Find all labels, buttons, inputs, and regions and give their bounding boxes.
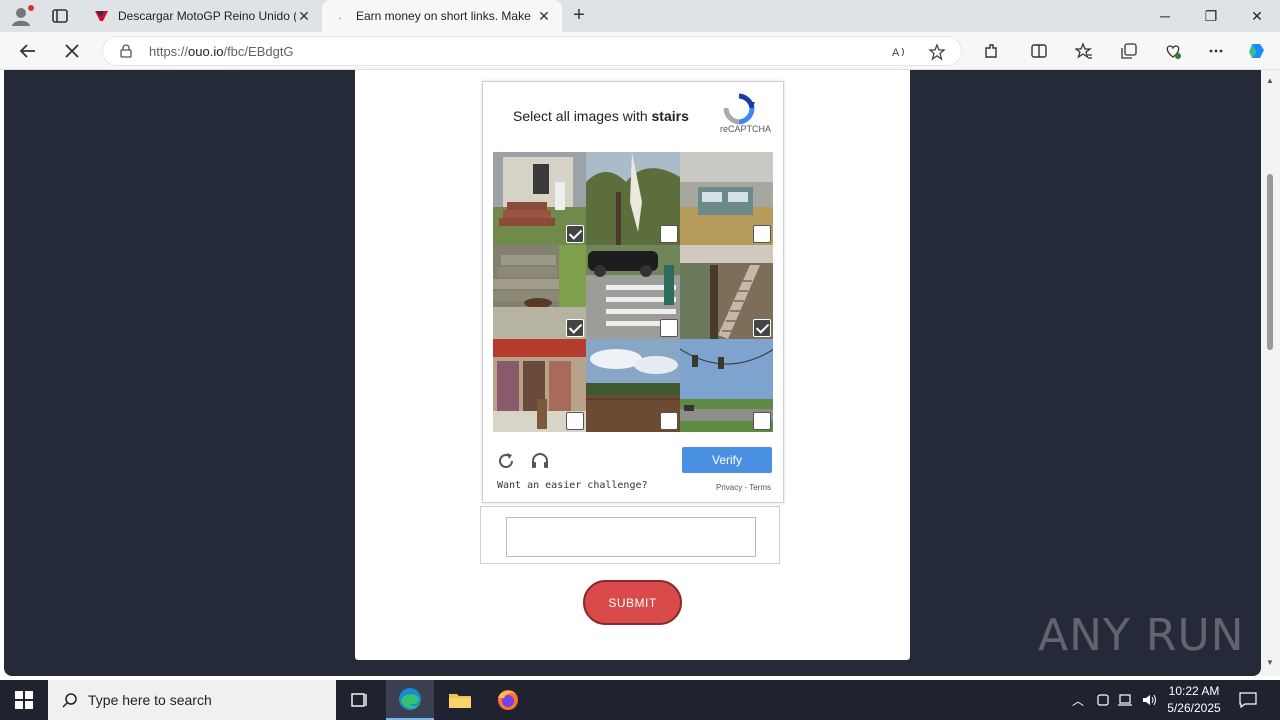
image-tile[interactable] — [493, 245, 587, 339]
navigation-bar: https://ouo.io/fbc/EBdgtG A — [0, 32, 1280, 70]
prompt-text: Select all images with — [513, 108, 648, 124]
tile-checkbox[interactable] — [752, 411, 771, 430]
image-tile[interactable] — [493, 338, 587, 432]
page-scrollbar[interactable]: ▲ ▼ — [1261, 70, 1280, 676]
anyrun-watermark: ANY RUN — [1038, 610, 1245, 661]
taskbar-clock[interactable]: 10:22 AM 5/26/2025 — [1166, 683, 1222, 717]
tile-checkbox[interactable] — [566, 411, 585, 430]
more-options-icon[interactable] — [1204, 40, 1228, 62]
notification-dot — [28, 5, 34, 11]
close-tab-icon[interactable]: ✕ — [296, 8, 312, 24]
image-tile[interactable] — [586, 245, 680, 339]
recaptcha-challenge: Select all images with stairs reCAPTCHA — [482, 81, 784, 503]
show-hidden-icons-icon[interactable]: ︿ — [1068, 680, 1088, 720]
scroll-up-icon[interactable]: ▲ — [1266, 76, 1274, 85]
tab-ouo[interactable]: . Earn money on short links. Make ✕ — [322, 0, 562, 32]
captcha-header: Select all images with stairs reCAPTCHA — [493, 92, 773, 152]
volume-icon[interactable] — [1140, 680, 1160, 720]
easier-challenge-link[interactable]: Want an easier challenge? — [497, 480, 648, 491]
tab-actions-icon[interactable] — [50, 6, 70, 26]
minimize-icon[interactable]: ─ — [1142, 0, 1188, 32]
collections-icon[interactable] — [1117, 40, 1141, 62]
tile-checkbox[interactable] — [659, 225, 678, 244]
privacy-terms-link[interactable]: Privacy - Terms — [716, 483, 771, 492]
copilot-icon[interactable] — [1245, 40, 1269, 62]
address-bar[interactable]: https://ouo.io/fbc/EBdgtG A — [102, 36, 962, 66]
favorites-icon[interactable] — [1072, 40, 1096, 62]
tile-checkbox[interactable] — [659, 411, 678, 430]
recaptcha-brand: reCAPTCHA — [719, 124, 771, 134]
image-tile[interactable] — [679, 152, 773, 246]
captcha-answer-input[interactable] — [506, 517, 756, 557]
tab-motogp[interactable]: Descargar MotoGP Reino Unido ( ✕ — [84, 0, 322, 32]
captcha-prompt: Select all images with stairs — [513, 108, 689, 124]
tile-checkbox[interactable] — [566, 225, 585, 244]
motogp-favicon-icon — [95, 11, 108, 21]
lock-icon[interactable] — [119, 44, 133, 58]
extensions-icon[interactable] — [979, 40, 1003, 62]
image-tile[interactable] — [493, 152, 587, 246]
audio-challenge-icon[interactable] — [527, 448, 553, 474]
clock-date: 5/26/2025 — [1167, 701, 1221, 715]
tile-checkbox[interactable] — [566, 318, 585, 337]
url-domain: ouo.io — [188, 44, 224, 59]
prompt-target: stairs — [651, 108, 689, 124]
image-tile[interactable] — [679, 338, 773, 432]
image-tile[interactable] — [679, 245, 773, 339]
device-icon[interactable] — [1094, 680, 1112, 720]
clock-time: 10:22 AM — [1168, 684, 1220, 698]
scroll-down-icon[interactable]: ▼ — [1266, 658, 1274, 667]
captcha-answer-container — [480, 506, 780, 564]
url-text[interactable]: https://ouo.io/fbc/EBdgtG — [149, 44, 294, 59]
close-window-icon[interactable]: ✕ — [1234, 0, 1280, 32]
tile-checkbox[interactable] — [659, 318, 678, 337]
search-icon — [62, 693, 77, 708]
split-screen-icon[interactable] — [1027, 40, 1051, 62]
network-icon[interactable] — [1116, 680, 1136, 720]
new-tab-icon[interactable]: + — [568, 5, 590, 27]
notifications-icon[interactable] — [1236, 680, 1260, 720]
firefox-icon[interactable] — [484, 680, 532, 720]
svg-text:A: A — [892, 47, 900, 59]
favorite-star-icon[interactable] — [927, 42, 947, 62]
tab-title: Descargar MotoGP Reino Unido ( — [118, 9, 296, 23]
search-placeholder: Type here to search — [88, 692, 212, 708]
image-tile[interactable] — [586, 338, 680, 432]
taskbar: Type here to search ︿ 10:22 AM 5/26/2025 — [0, 680, 1280, 720]
scroll-thumb[interactable] — [1267, 174, 1273, 350]
read-aloud-icon[interactable]: A — [889, 42, 909, 62]
captcha-footer: Verify Want an easier challenge? Privacy… — [483, 440, 783, 502]
tile-checkbox[interactable] — [752, 225, 771, 244]
title-bar: Descargar MotoGP Reino Unido ( ✕ . Earn … — [0, 0, 1280, 32]
edge-taskbar-icon[interactable] — [386, 680, 434, 720]
image-grid — [493, 152, 773, 432]
tile-checkbox[interactable] — [752, 318, 771, 337]
submit-button[interactable]: SUBMIT — [583, 580, 682, 625]
image-tile[interactable] — [586, 152, 680, 246]
task-view-icon[interactable] — [336, 680, 384, 720]
verify-button[interactable]: Verify — [682, 447, 772, 473]
windows-start-icon[interactable] — [0, 680, 48, 720]
back-icon[interactable] — [14, 38, 42, 64]
tab-title: Earn money on short links. Make — [356, 9, 531, 23]
browser-essentials-icon[interactable] — [1161, 40, 1185, 62]
url-path: /fbc/EBdgtG — [223, 44, 294, 59]
file-explorer-icon[interactable] — [436, 680, 484, 720]
reload-icon[interactable] — [493, 448, 519, 474]
close-tab-icon[interactable]: ✕ — [536, 8, 552, 24]
taskbar-search-box[interactable]: Type here to search — [48, 680, 336, 720]
restore-icon[interactable]: ❐ — [1188, 0, 1234, 32]
url-prefix: https:// — [149, 44, 189, 59]
loading-favicon-icon: . — [338, 10, 342, 22]
stop-loading-icon[interactable] — [58, 38, 86, 64]
